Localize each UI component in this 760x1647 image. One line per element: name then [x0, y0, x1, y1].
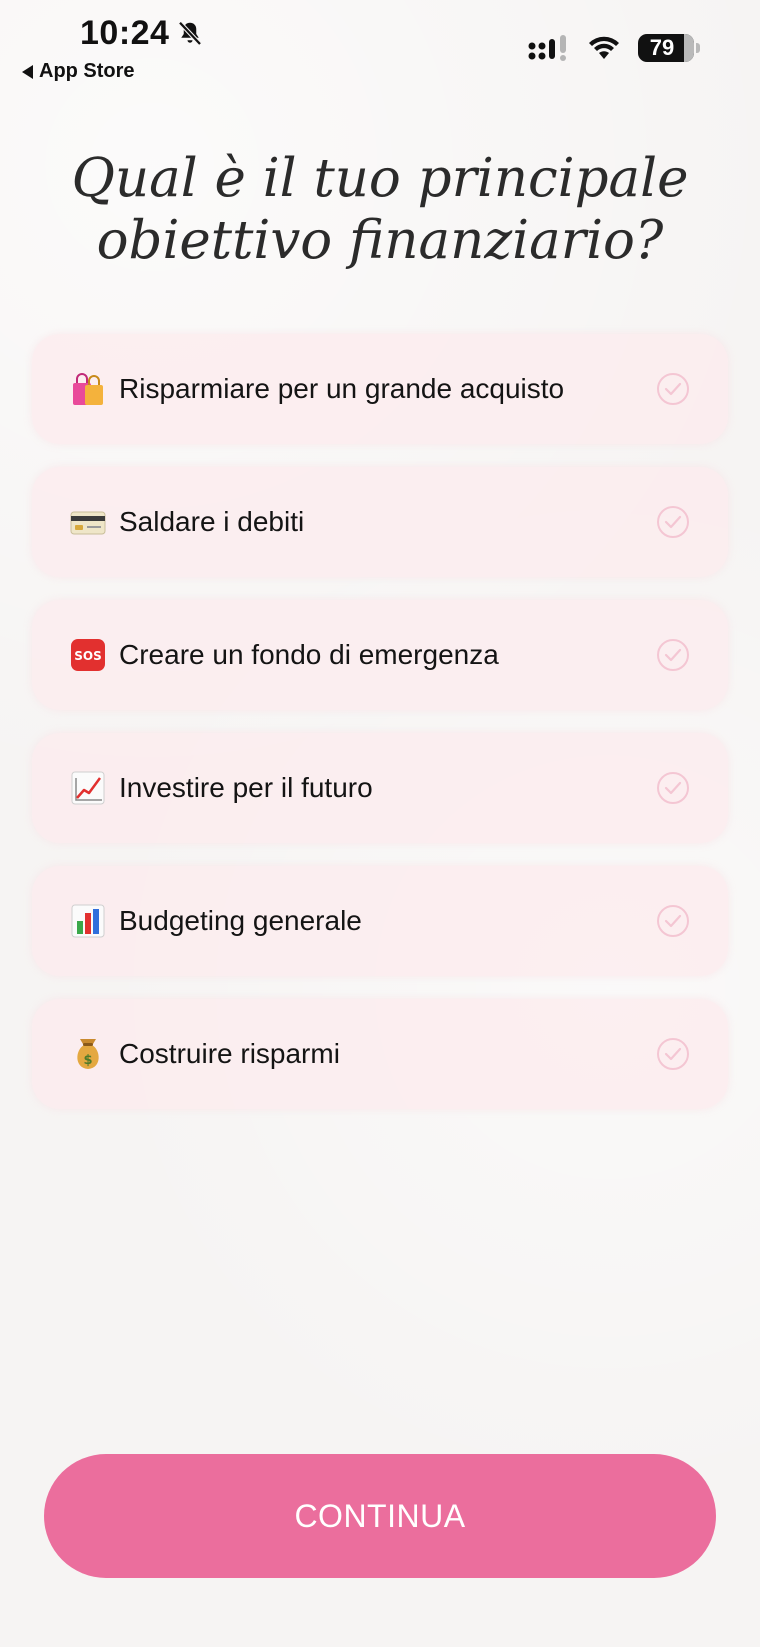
option-invest-future[interactable]: Investire per il futuro: [32, 733, 728, 843]
svg-text:$: $: [83, 1053, 92, 1068]
page-title: Qual è il tuo principale obiettivo finan…: [71, 148, 689, 271]
chart-increasing-icon: [71, 771, 105, 805]
check-circle-icon: [657, 639, 689, 671]
clock-label: 10:24: [80, 14, 170, 52]
check-circle-icon: [657, 1038, 689, 1070]
svg-text:SOS: SOS: [74, 649, 102, 663]
check-circle-icon: [657, 905, 689, 937]
battery-indicator: 79: [638, 34, 700, 62]
check-circle-icon: [657, 772, 689, 804]
check-circle-icon: [657, 373, 689, 405]
option-pay-debts[interactable]: Saldare i debiti: [32, 467, 728, 577]
sos-icon: SOS: [71, 639, 105, 671]
goal-options-list: Risparmiare per un grande acquisto Salda…: [32, 334, 728, 1132]
option-label: Costruire risparmi: [119, 1038, 340, 1069]
shopping-bags-icon: [73, 373, 103, 405]
option-label: Creare un fondo di emergenza: [119, 639, 499, 670]
option-label: Risparmiare per un grande acquisto: [119, 373, 565, 404]
wifi-icon: [589, 36, 619, 59]
option-label: Investire per il futuro: [119, 772, 373, 803]
credit-card-icon: [70, 511, 106, 535]
battery-percent: 79: [649, 35, 675, 60]
option-big-purchase[interactable]: Risparmiare per un grande acquisto: [32, 334, 728, 444]
option-label: Saldare i debiti: [119, 506, 305, 537]
bell-off-icon: [178, 20, 203, 45]
cellular-signal-icon: [528, 35, 566, 61]
continue-button[interactable]: CONTINUA: [44, 1454, 716, 1578]
check-circle-icon: [657, 506, 689, 538]
status-indicators: 79: [528, 34, 700, 62]
status-time: 10:24: [80, 14, 205, 53]
option-label: Budgeting generale: [119, 905, 362, 936]
onboarding-screen: 10:24 App Store 79 Qual è il tuo princip…: [0, 0, 760, 1647]
back-arrow-icon: [22, 64, 33, 79]
option-general-budgeting[interactable]: Budgeting generale: [32, 866, 728, 976]
back-link-label: App Store: [39, 60, 135, 82]
option-emergency-fund[interactable]: SOS Creare un fondo di emergenza: [32, 600, 728, 710]
back-to-app-store-link[interactable]: App Store: [22, 60, 135, 83]
option-build-savings[interactable]: $ Costruire risparmi: [32, 999, 728, 1109]
money-bag-icon: $: [77, 1039, 99, 1069]
bar-chart-icon: [71, 904, 105, 938]
